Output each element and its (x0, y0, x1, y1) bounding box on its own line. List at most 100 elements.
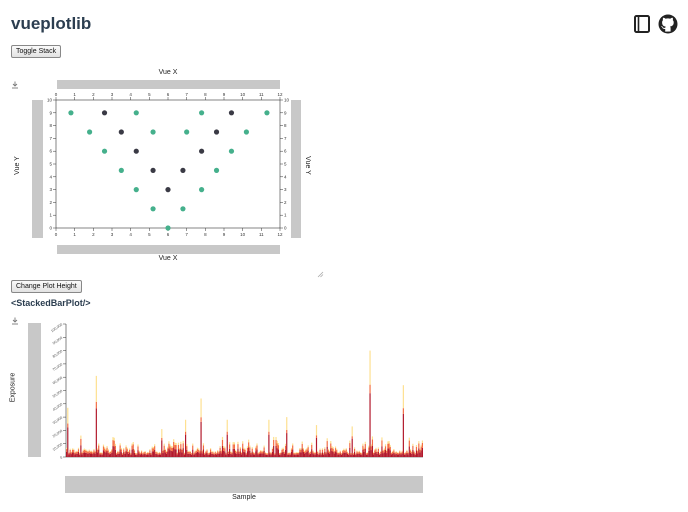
bar-segment (382, 453, 384, 457)
bar-segment (145, 454, 147, 457)
bar-segment (120, 448, 122, 450)
app-title: vueplotlib (11, 14, 92, 33)
bar-segment (208, 454, 210, 457)
bar-segment (288, 454, 290, 457)
bar-segment (88, 449, 90, 451)
bar-segment (226, 434, 228, 457)
bar-segment (399, 451, 401, 454)
bar-segment (411, 451, 413, 453)
bar-segment (207, 452, 209, 454)
bar-segment (179, 452, 181, 457)
y-tick-label-right: 6 (284, 149, 287, 154)
bar-segment (86, 449, 88, 451)
bar-segment (348, 453, 350, 455)
bar-segment (342, 451, 344, 454)
bar-segment (252, 452, 255, 455)
bar-segment (287, 452, 289, 454)
bar-segment (151, 448, 153, 452)
bar-segment (163, 445, 165, 450)
bar-segment (87, 451, 89, 454)
bar-segment (239, 448, 241, 452)
github-icon[interactable] (658, 14, 678, 34)
change-plot-height-button[interactable]: Change Plot Height (11, 280, 82, 293)
bar-segment (398, 454, 400, 457)
bar-segment (192, 443, 194, 446)
bar-segment (268, 431, 270, 435)
bar-segment (183, 452, 185, 454)
scatter-point (213, 167, 220, 173)
bar-segment (223, 446, 225, 448)
bar-segment (267, 453, 269, 455)
bar-segment (403, 453, 406, 455)
bar-segment (254, 452, 256, 454)
bar-segment (93, 448, 95, 451)
bar-segment (234, 449, 237, 451)
bar-segment (238, 450, 240, 452)
bar-segment (142, 454, 144, 457)
bar-segment (236, 451, 238, 453)
bar-segment (87, 453, 89, 457)
bar-segment (213, 454, 215, 457)
book-icon[interactable] (632, 14, 652, 34)
download-icon[interactable] (11, 81, 19, 89)
bar-segment (292, 449, 294, 457)
bar-segment (258, 451, 260, 453)
bar-segment (85, 452, 87, 457)
bar-segment (230, 451, 232, 453)
scatter-point (101, 110, 108, 116)
bar-segment (336, 450, 338, 453)
bar-segment (215, 454, 218, 457)
bar-segment (240, 452, 243, 453)
bar-segment (193, 453, 195, 455)
x-band-top[interactable] (57, 80, 280, 89)
bar-segment (250, 452, 252, 453)
bar-segment (206, 449, 208, 451)
bar-segment (76, 450, 78, 452)
bar-segment (343, 449, 345, 453)
bar-segment (111, 450, 113, 453)
bar-segment (306, 452, 308, 457)
scatter-point (228, 148, 235, 154)
bar-segment (356, 450, 358, 452)
bar-segment (114, 445, 116, 450)
download-icon[interactable] (11, 317, 19, 325)
bar-segment (233, 448, 235, 457)
bar-segment (311, 449, 313, 457)
x-band-samples[interactable] (65, 476, 423, 493)
bar-segment (305, 452, 307, 457)
bar-segment (95, 375, 97, 402)
bar-segment (358, 453, 360, 457)
bar-segment (269, 452, 271, 455)
x-axis-title-top: Vue X (158, 69, 178, 76)
bar-segment (374, 450, 376, 453)
bar-segment (350, 453, 352, 455)
bar-segment (419, 449, 421, 453)
bar-segment (170, 445, 172, 448)
bar-segment (274, 453, 276, 455)
bar-segment (343, 448, 345, 450)
bar-segment (227, 453, 230, 457)
toggle-stack-button[interactable]: Toggle Stack (11, 45, 62, 58)
bar-segment (336, 452, 338, 457)
bar-segment (232, 448, 234, 457)
bar-segment (195, 450, 197, 453)
bar-segment (110, 453, 112, 457)
y-tick-label: 40,000 (52, 402, 63, 412)
bar-segment (326, 438, 328, 442)
bar-segment (231, 454, 233, 457)
bar-segment (82, 450, 84, 453)
bar-segment (89, 451, 91, 454)
bar-segment (125, 450, 127, 457)
bar-segment (115, 452, 118, 454)
bar-segment (123, 448, 125, 450)
bar-segment (295, 454, 297, 457)
bar-segment (255, 448, 257, 452)
x-band-bottom[interactable] (57, 245, 280, 254)
bar-segment (207, 454, 209, 457)
bar-segment (367, 454, 369, 457)
bar-segment (121, 453, 124, 455)
resize-handle-icon[interactable] (317, 271, 324, 278)
bar-segment (240, 454, 243, 457)
bar-segment (308, 451, 310, 453)
bar-segment (187, 453, 189, 457)
